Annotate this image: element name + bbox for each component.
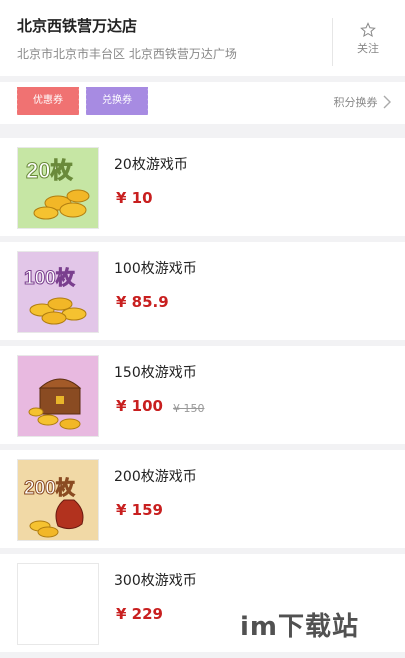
product-price: ¥ 229 xyxy=(116,605,163,623)
product-item[interactable]: 20枚 20枚游戏币 ¥ 10 xyxy=(0,138,405,236)
product-name: 20枚游戏币 xyxy=(114,157,188,173)
coupon-bar: 优惠券 兑换券 积分换券 xyxy=(0,82,405,124)
original-price: ¥ 150 xyxy=(173,402,205,415)
star-icon xyxy=(360,22,376,38)
product-item[interactable]: 200枚 200枚游戏币 ¥ 159 xyxy=(0,450,405,548)
thumb-text: 200枚 xyxy=(24,476,76,499)
points-exchange-link[interactable]: 积分换券 xyxy=(334,94,392,110)
product-thumbnail: 100枚 xyxy=(17,251,99,333)
chevron-right-icon xyxy=(383,95,391,109)
product-list: 20枚 20枚游戏币 ¥ 10 100枚 100枚游戏币 ¥ 85.9 150枚… xyxy=(0,138,405,658)
coins-icon: 20枚 xyxy=(26,158,90,220)
thumb-text: 20枚 xyxy=(26,158,72,183)
follow-label: 关注 xyxy=(357,42,379,55)
product-price: ¥ 85.9 xyxy=(116,293,169,311)
product-thumbnail xyxy=(17,355,99,437)
product-name: 300枚游戏币 xyxy=(114,573,197,589)
product-name: 100枚游戏币 xyxy=(114,261,197,277)
store-address: 北京市北京市丰台区 北京西铁营万达广场 xyxy=(17,47,237,61)
divider xyxy=(332,18,333,66)
product-item[interactable]: 150枚游戏币 ¥ 100 ¥ 150 xyxy=(0,346,405,444)
product-thumbnail: 20枚 xyxy=(17,147,99,229)
product-item[interactable]: 100枚 100枚游戏币 ¥ 85.9 xyxy=(0,242,405,340)
coin-bag-icon: 200枚 xyxy=(24,476,84,538)
product-price: ¥ 159 xyxy=(116,501,163,519)
thumb-text: 100枚 xyxy=(24,266,76,289)
store-header: 北京西铁营万达店 北京市北京市丰台区 北京西铁营万达广场 关注 xyxy=(0,0,405,76)
watermark: im下载站 xyxy=(240,612,360,642)
exchange-tag[interactable]: 兑换券 xyxy=(84,87,150,115)
follow-button[interactable]: 关注 xyxy=(338,22,398,56)
treasure-chest-icon xyxy=(28,378,82,430)
product-name: 150枚游戏币 xyxy=(114,365,197,381)
product-price: ¥ 100 xyxy=(116,397,163,415)
product-price: ¥ 10 xyxy=(116,189,153,207)
product-thumbnail: 200枚 xyxy=(17,459,99,541)
coins-icon: 100枚 xyxy=(24,266,87,325)
coupon-tag[interactable]: 优惠券 xyxy=(15,87,81,115)
product-name: 200枚游戏币 xyxy=(114,469,197,485)
product-thumbnail xyxy=(17,563,99,645)
points-exchange-label: 积分换券 xyxy=(333,96,378,109)
store-name: 北京西铁营万达店 xyxy=(17,17,138,35)
